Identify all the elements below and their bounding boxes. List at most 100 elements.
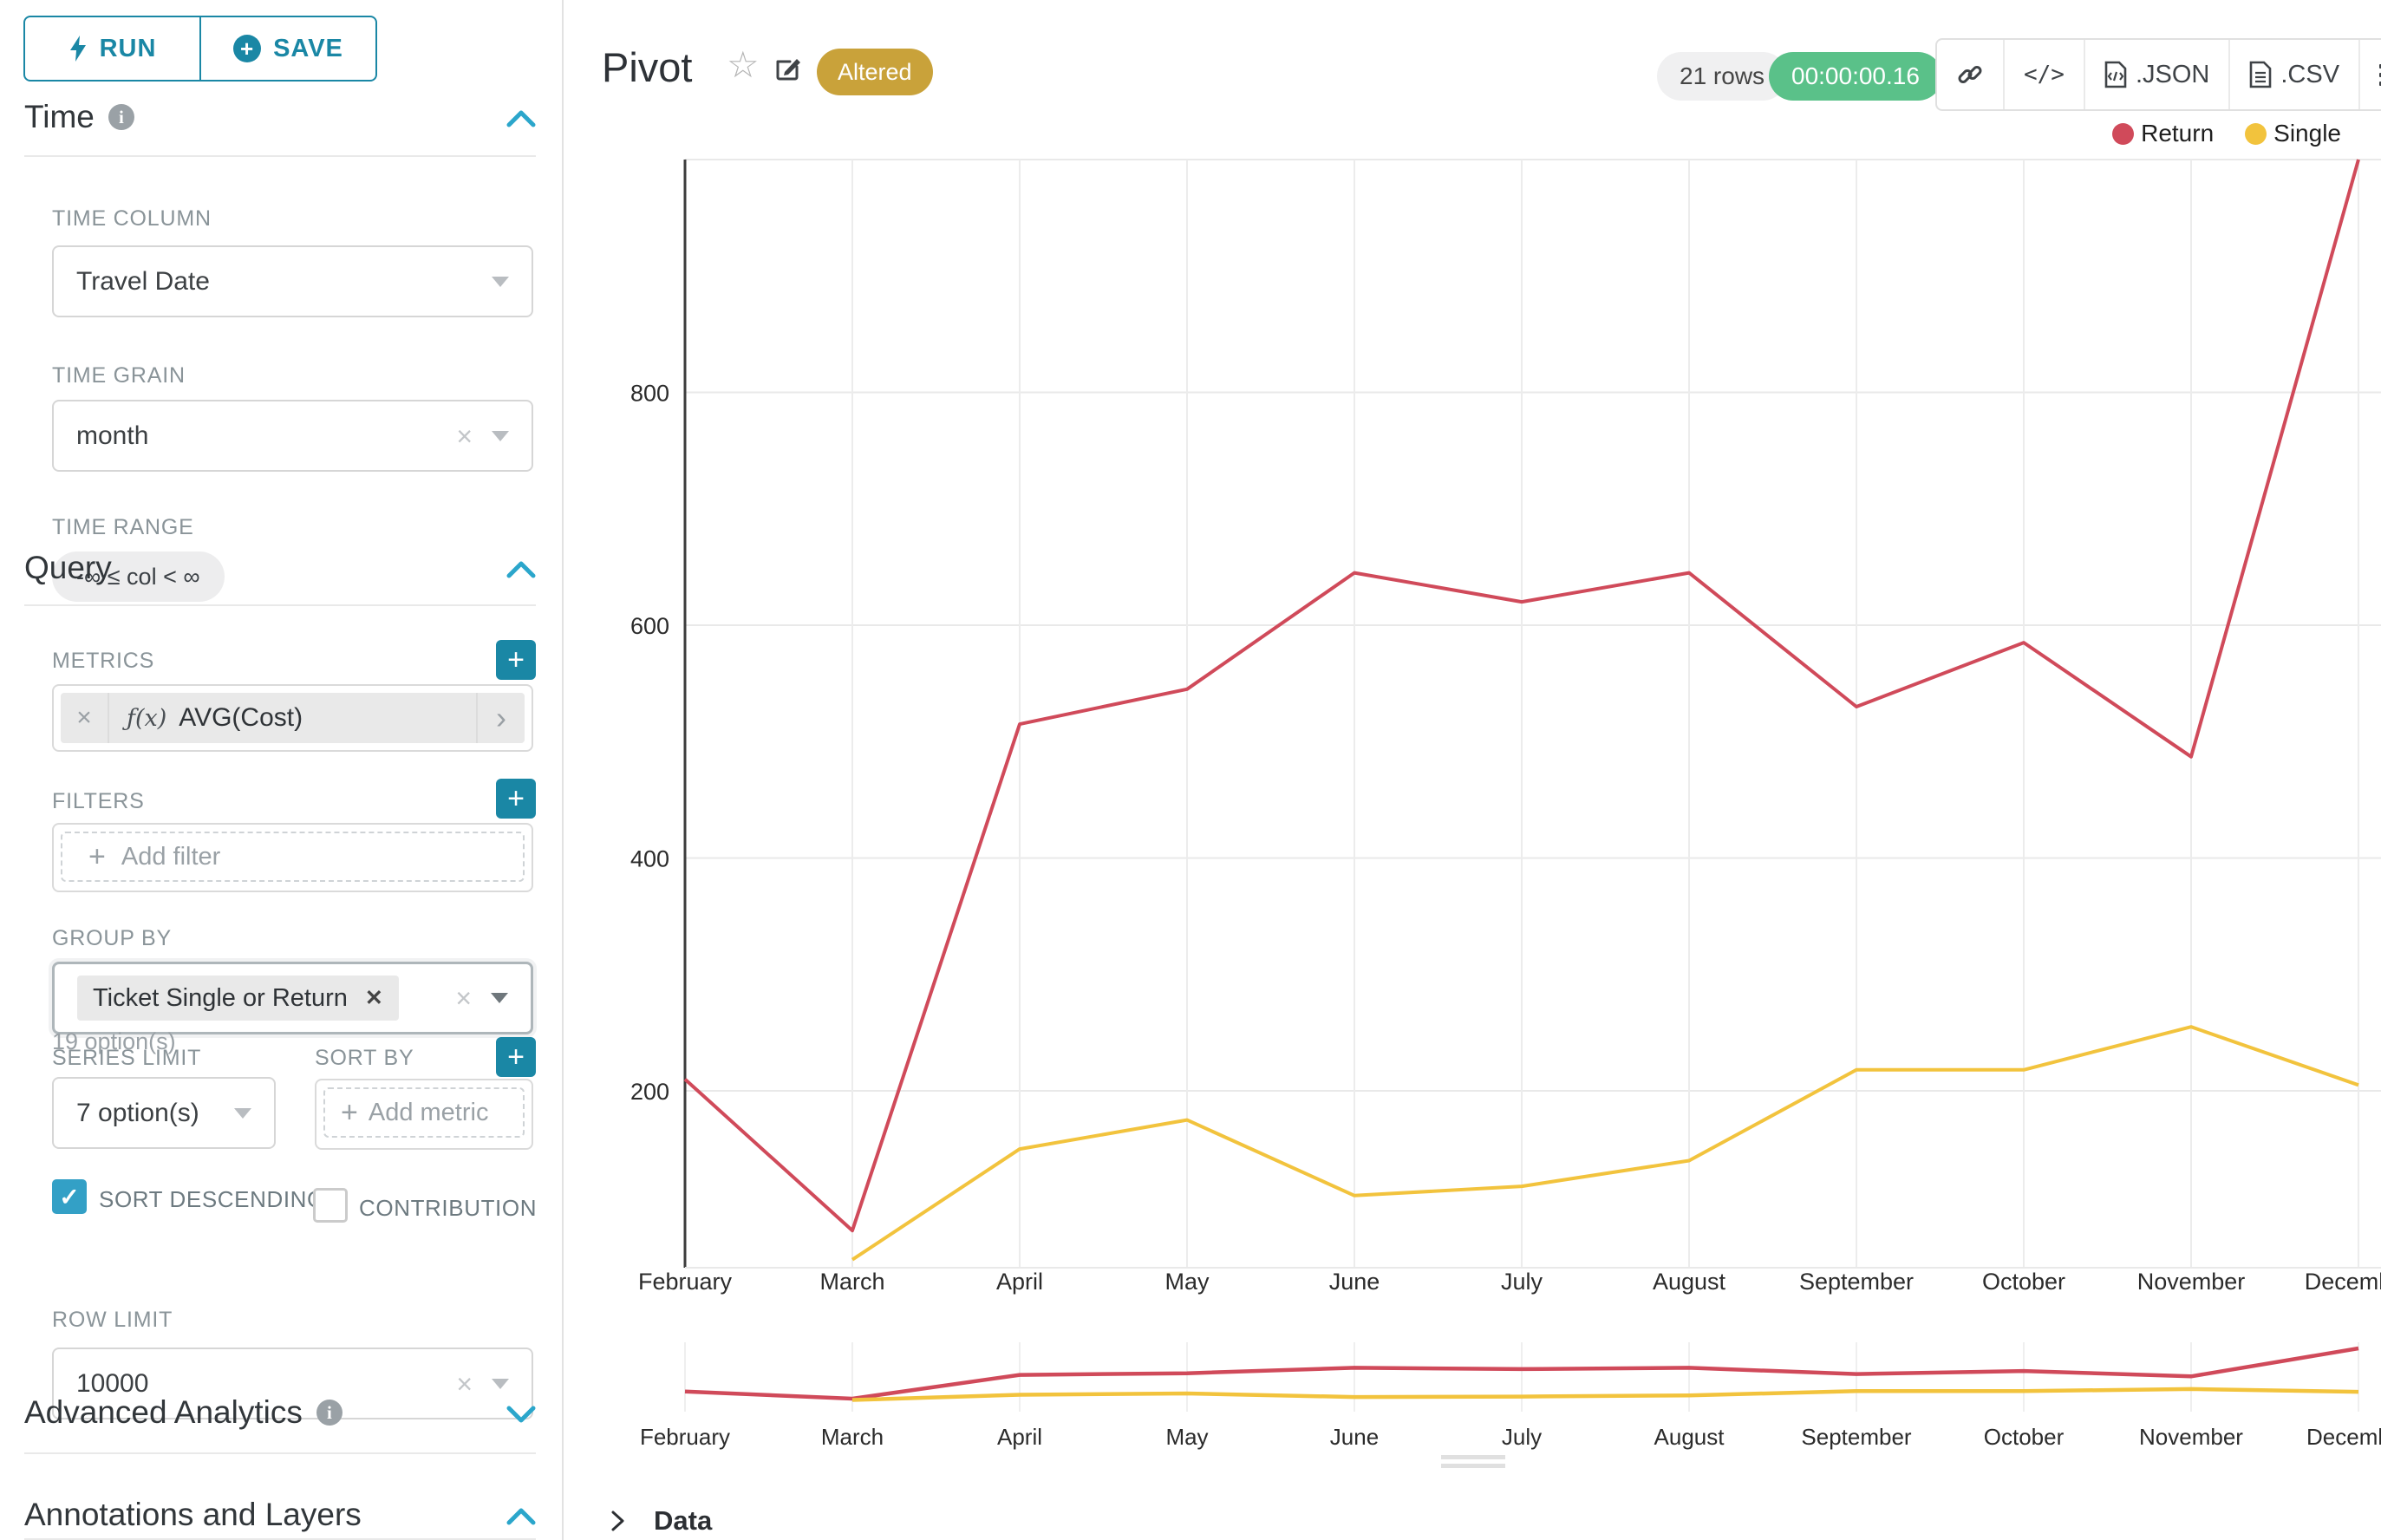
clear-icon[interactable]: × — [456, 422, 473, 450]
collapse-time-chevron-up-icon[interactable] — [506, 109, 536, 128]
info-icon: i — [316, 1400, 342, 1426]
x-axis-label: March — [819, 1269, 884, 1295]
preview-x-axis-label: February — [640, 1424, 730, 1450]
remove-metric-icon[interactable]: × — [61, 693, 109, 743]
preview-x-axis-label: September — [1801, 1424, 1912, 1450]
panel-resize-handle[interactable] — [1441, 1455, 1505, 1472]
expand-advanced-chevron-down-icon[interactable] — [506, 1405, 536, 1424]
divider — [24, 604, 536, 606]
metric-container: × ƒ(x) AVG(Cost) › — [52, 684, 533, 752]
lightning-icon — [68, 36, 88, 62]
metrics-label: METRICS — [52, 649, 154, 674]
y-axis-label: 600 — [630, 613, 669, 639]
divider — [24, 155, 536, 157]
plus-icon: + — [88, 840, 106, 874]
metric-name: AVG(Cost) — [179, 703, 303, 733]
preview-x-axis-label: August — [1654, 1424, 1725, 1450]
query-section-title: Query — [24, 550, 112, 586]
y-axis-label: 200 — [630, 1079, 669, 1105]
time-range-label: TIME RANGE — [52, 515, 194, 540]
add-filter-label: Add filter — [121, 843, 220, 871]
x-axis-label: December — [2305, 1269, 2381, 1295]
group-by-select[interactable]: Ticket Single or Return ✕ × — [52, 962, 533, 1034]
control-panel: RUN + SAVE Time i TIME COLUMN Travel Dat… — [0, 0, 564, 1540]
time-column-select[interactable]: Travel Date — [52, 245, 533, 317]
time-section-title: Time i — [24, 99, 134, 135]
clear-icon[interactable]: × — [455, 984, 472, 1012]
add-metric-plus-button[interactable]: + — [496, 640, 536, 680]
fx-icon: ƒ(x) — [127, 705, 166, 732]
sort-descending-label: SORT DESCENDING — [99, 1186, 325, 1213]
caret-down-icon — [234, 1108, 251, 1119]
sort-descending-checkbox[interactable]: ✓ — [52, 1179, 87, 1214]
preview-x-axis-label: October — [1984, 1424, 2065, 1450]
expand-metric-chevron-icon[interactable]: › — [476, 693, 525, 743]
single-series-line[interactable] — [852, 1027, 2358, 1260]
contribution-label: CONTRIBUTION — [359, 1195, 537, 1222]
add-filter-button[interactable]: + Add filter — [61, 832, 525, 882]
remove-tag-icon[interactable]: ✕ — [365, 985, 383, 1011]
preview-x-axis-label: March — [821, 1424, 884, 1450]
plus-circle-icon: + — [233, 35, 261, 62]
series-limit-label: SERIES LIMIT — [52, 1046, 201, 1071]
info-icon: i — [108, 104, 134, 130]
caret-down-icon — [492, 1379, 509, 1389]
x-axis-label: June — [1329, 1269, 1380, 1295]
sort-by-label: SORT BY — [315, 1046, 414, 1071]
save-button[interactable]: + SAVE — [199, 17, 375, 80]
series-limit-select[interactable]: 7 option(s) — [52, 1077, 276, 1149]
chevron-right-icon — [607, 1509, 628, 1533]
y-axis-label: 800 — [630, 381, 669, 407]
add-sort-metric-button[interactable]: + Add metric — [323, 1087, 525, 1138]
time-grain-select[interactable]: month × — [52, 400, 533, 472]
add-sort-metric-plus-button[interactable]: + — [496, 1037, 536, 1077]
filters-container: + Add filter — [52, 823, 533, 892]
save-button-label: SAVE — [273, 35, 343, 63]
time-grain-value: month — [76, 421, 456, 451]
contribution-checkbox[interactable]: ✓ — [313, 1188, 348, 1223]
plus-icon: + — [341, 1096, 358, 1130]
group-by-label: GROUP BY — [52, 926, 172, 951]
add-metric-label: Add metric — [369, 1099, 489, 1127]
group-by-tag[interactable]: Ticket Single or Return ✕ — [77, 976, 399, 1021]
preview-x-axis-label: May — [1165, 1424, 1208, 1450]
preview-x-axis-label: July — [1502, 1424, 1542, 1450]
caret-down-icon — [492, 277, 509, 287]
line-chart-svg: 200 400 600 800 February March April May June Jul… — [564, 0, 2381, 1474]
x-axis-label: May — [1164, 1269, 1210, 1295]
data-panel-toggle[interactable]: Data — [607, 1505, 712, 1537]
caret-down-icon — [492, 431, 509, 441]
run-button-label: RUN — [100, 35, 157, 63]
run-save-button-group: RUN + SAVE — [23, 16, 377, 82]
x-axis-label: September — [1799, 1269, 1914, 1295]
x-axis-label: July — [1501, 1269, 1543, 1295]
divider — [24, 1452, 536, 1454]
preview-x-axis-label: November — [2139, 1424, 2243, 1450]
preview-x-axis-label: December — [2306, 1424, 2381, 1450]
time-column-value: Travel Date — [76, 267, 473, 297]
x-axis-label: October — [1982, 1269, 2065, 1295]
series-limit-value: 7 option(s) — [76, 1099, 215, 1128]
preview-x-axis-label: April — [997, 1424, 1042, 1450]
clear-icon[interactable]: × — [456, 1370, 473, 1398]
annotations-section-title: Annotations and Layers — [24, 1497, 362, 1533]
time-grain-label: TIME GRAIN — [52, 363, 186, 388]
add-filter-plus-button[interactable]: + — [496, 779, 536, 819]
filters-label: FILTERS — [52, 789, 145, 814]
single-preview-line — [852, 1389, 2358, 1400]
row-limit-label: ROW LIMIT — [52, 1308, 173, 1333]
y-axis-label: 400 — [630, 846, 669, 872]
advanced-analytics-section-title: Advanced Analytics i — [24, 1394, 342, 1431]
collapse-annotations-chevron-up-icon[interactable] — [506, 1507, 536, 1526]
x-axis-label: April — [996, 1269, 1043, 1295]
line-chart-area[interactable]: 200 400 600 800 February March April May June Jul… — [564, 0, 2381, 1474]
caret-down-icon — [491, 993, 508, 1003]
x-axis-label: August — [1653, 1269, 1726, 1295]
collapse-query-chevron-up-icon[interactable] — [506, 560, 536, 579]
sort-by-container: + Add metric — [315, 1079, 533, 1150]
x-axis-label: February — [638, 1269, 733, 1295]
run-button[interactable]: RUN — [25, 17, 199, 80]
preview-x-axis-label: June — [1330, 1424, 1379, 1450]
metric-pill[interactable]: × ƒ(x) AVG(Cost) › — [61, 693, 525, 743]
data-panel-label: Data — [654, 1505, 712, 1537]
